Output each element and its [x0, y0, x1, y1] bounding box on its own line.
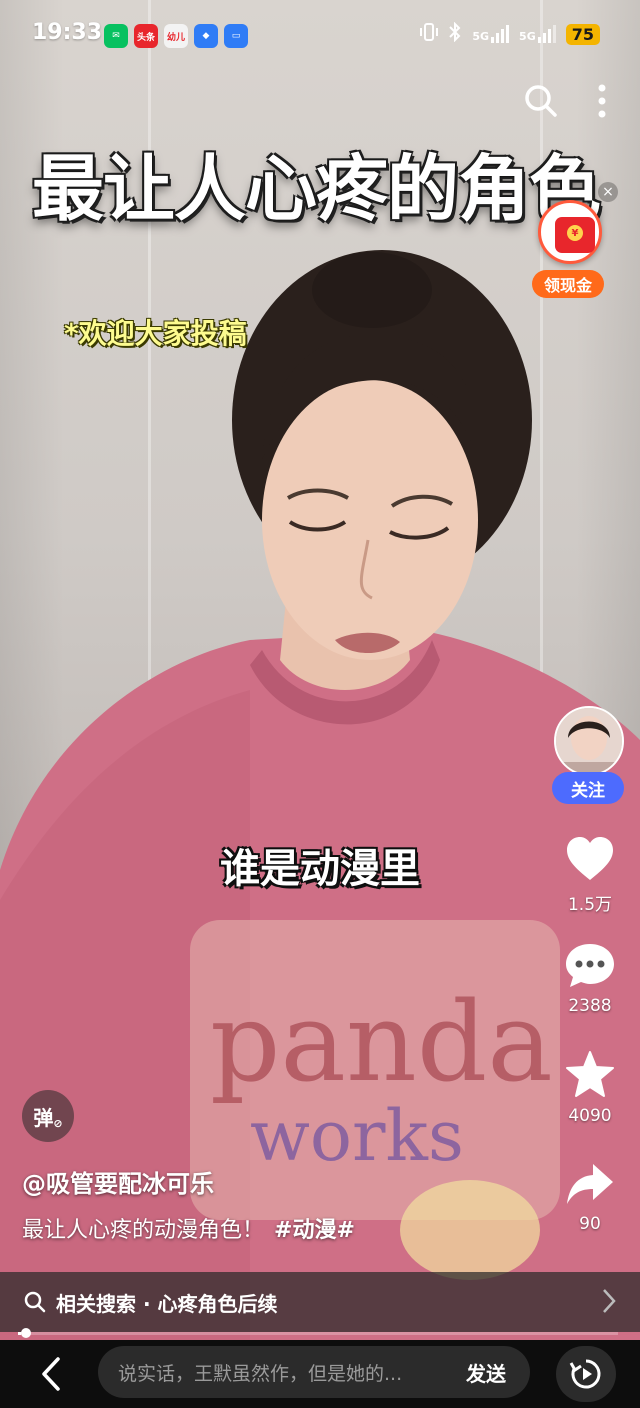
replay-icon: [569, 1359, 601, 1389]
signal-icon: 5G: [472, 25, 510, 43]
replay-button[interactable]: [556, 1346, 616, 1402]
vibrate-icon: [420, 22, 439, 46]
favorite-count: 4090: [568, 1106, 612, 1126]
star-icon: [566, 1051, 614, 1097]
coin-icon: ¥: [567, 225, 583, 241]
chevron-right-icon: [602, 1288, 616, 1318]
battery-indicator: 75: [565, 23, 600, 45]
red-packet-icon: ¥: [538, 200, 602, 264]
related-search-text: 相关搜索 · 心疼角色后续: [56, 1291, 278, 1316]
bottom-bar: 说实话，王默虽然作，但是她的... 发送: [0, 1340, 640, 1408]
bluetooth-icon: [448, 21, 462, 46]
post-caption: 最让人心疼的动漫角色！ #动漫#: [22, 1212, 355, 1244]
svg-text:panda: panda: [210, 978, 553, 1106]
share-arrow-icon: [567, 1164, 613, 1204]
danmaku-label: 弹: [33, 1105, 54, 1130]
comment-icon: [566, 944, 614, 987]
welcome-overlay-text: *欢迎大家投稿: [64, 317, 247, 350]
like-button[interactable]: 1.5万: [550, 836, 630, 915]
notification-app-icons: ✉ 头条 幼儿 ◆ ▭: [104, 24, 248, 48]
blue-app-icon: ◆: [194, 24, 218, 48]
search-icon[interactable]: [524, 84, 558, 122]
close-icon[interactable]: ×: [598, 182, 618, 202]
comment-placeholder: 说实话，王默虽然作，但是她的...: [118, 1362, 403, 1385]
svg-text:works: works: [250, 1095, 464, 1177]
more-icon[interactable]: [598, 84, 606, 122]
clock: 19:33: [32, 20, 103, 45]
cloud-app-icon: ▭: [224, 24, 248, 48]
video-app-icon: 幼儿: [164, 24, 188, 48]
progress-handle[interactable]: [21, 1328, 31, 1338]
status-bar: 19:33 ✉ 头条 幼儿 ◆ ▭ 5G 5G 75: [0, 0, 640, 70]
video-subtitle: 谁是动漫里: [220, 846, 420, 892]
top-actions: [524, 84, 606, 122]
signal-icon: 5G: [519, 25, 556, 43]
red-packet-widget[interactable]: × ¥ 领现金: [532, 182, 618, 302]
share-button[interactable]: 90: [550, 1162, 630, 1234]
follow-button[interactable]: 关注: [552, 772, 624, 804]
share-count: 90: [579, 1214, 601, 1234]
chevron-left-icon: [42, 1357, 60, 1391]
wechat-icon: ✉: [104, 24, 128, 48]
danmaku-off-icon: ⊘: [53, 1116, 63, 1130]
heart-icon: [567, 837, 613, 880]
author-avatar[interactable]: [554, 706, 624, 776]
comment-input[interactable]: 说实话，王默虽然作，但是她的... 发送: [98, 1346, 530, 1398]
caption-text: 最让人心疼的动漫角色！: [22, 1218, 265, 1243]
like-count: 1.5万: [567, 895, 613, 915]
hashtag-link[interactable]: #动漫#: [274, 1218, 355, 1243]
author-name[interactable]: @吸管要配冰可乐: [22, 1164, 214, 1199]
red-packet-label[interactable]: 领现金: [532, 270, 604, 298]
toutiao-icon: 头条: [134, 24, 158, 48]
danmaku-toggle-button[interactable]: 弹 ⊘: [22, 1090, 74, 1142]
related-search-bar[interactable]: 相关搜索 · 心疼角色后续: [0, 1272, 640, 1332]
search-icon: [24, 1291, 46, 1313]
comment-button[interactable]: 2388: [550, 942, 630, 1016]
system-icons: 5G 5G 75: [420, 21, 600, 46]
video-progress-bar[interactable]: [18, 1328, 618, 1338]
back-button[interactable]: [34, 1352, 68, 1396]
favorite-button[interactable]: 4090: [550, 1050, 630, 1126]
comment-count: 2388: [568, 996, 612, 1016]
send-button[interactable]: 发送: [466, 1358, 506, 1387]
